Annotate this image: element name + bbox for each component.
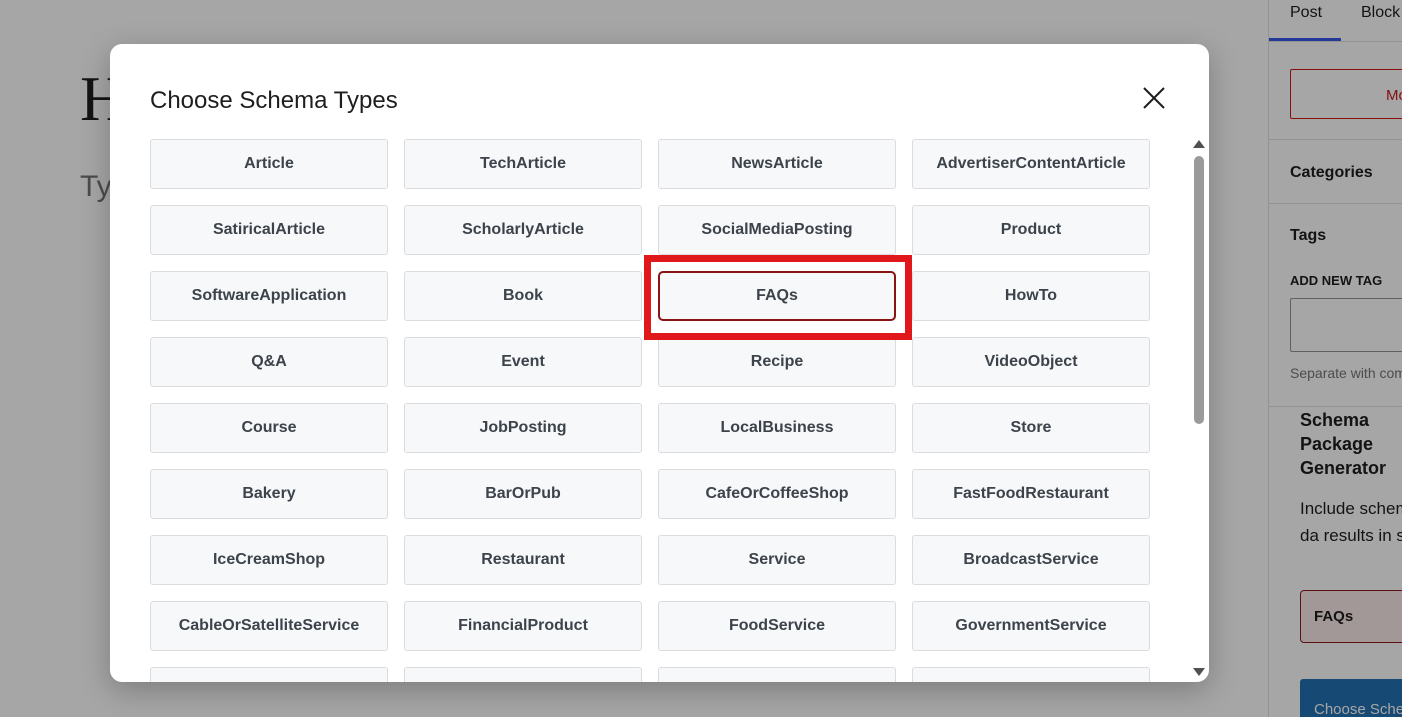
schema-type-empty-33-button[interactable]	[404, 667, 642, 682]
schema-type-cafeorcoffeeshop-button[interactable]: CafeOrCoffeeShop	[658, 469, 896, 519]
schema-type-service-button[interactable]: Service	[658, 535, 896, 585]
schema-type-recipe-button[interactable]: Recipe	[658, 337, 896, 387]
schema-type-cableorsatelliteservice-button[interactable]: CableOrSatelliteService	[150, 601, 388, 651]
schema-type-event-button[interactable]: Event	[404, 337, 642, 387]
schema-type-q-a-button[interactable]: Q&A	[150, 337, 388, 387]
schema-type-satiricalarticle-button[interactable]: SatiricalArticle	[150, 205, 388, 255]
schema-type-restaurant-button[interactable]: Restaurant	[404, 535, 642, 585]
schema-type-bakery-button[interactable]: Bakery	[150, 469, 388, 519]
schema-type-softwareapplication-button[interactable]: SoftwareApplication	[150, 271, 388, 321]
schema-type-empty-35-button[interactable]	[912, 667, 1150, 682]
schema-type-scholarlyarticle-button[interactable]: ScholarlyArticle	[404, 205, 642, 255]
schema-type-foodservice-button[interactable]: FoodService	[658, 601, 896, 651]
schema-type-product-button[interactable]: Product	[912, 205, 1150, 255]
schema-type-store-button[interactable]: Store	[912, 403, 1150, 453]
schema-type-faqs-button[interactable]: FAQs	[658, 271, 896, 321]
schema-type-videoobject-button[interactable]: VideoObject	[912, 337, 1150, 387]
schema-type-broadcastservice-button[interactable]: BroadcastService	[912, 535, 1150, 585]
schema-type-grid: Article TechArticle NewsArticle AdvertiserC…	[150, 139, 1154, 682]
choose-schema-modal: Choose Schema Types Article TechArticle Ne…	[110, 44, 1209, 682]
schema-type-jobposting-button[interactable]: JobPosting	[404, 403, 642, 453]
schema-type-fastfoodrestaurant-button[interactable]: FastFoodRestaurant	[912, 469, 1150, 519]
schema-type-book-button[interactable]: Book	[404, 271, 642, 321]
schema-type-governmentservice-button[interactable]: GovernmentService	[912, 601, 1150, 651]
modal-title: Choose Schema Types	[150, 87, 398, 114]
schema-type-financialproduct-button[interactable]: FinancialProduct	[404, 601, 642, 651]
close-button[interactable]	[1140, 84, 1168, 112]
schema-type-socialmediaposting-button[interactable]: SocialMediaPosting	[658, 205, 896, 255]
scroll-down-arrow-icon[interactable]	[1193, 668, 1205, 676]
close-icon	[1143, 87, 1165, 109]
schema-type-article-button[interactable]: Article	[150, 139, 388, 189]
schema-type-course-button[interactable]: Course	[150, 403, 388, 453]
schema-type-empty-34-button[interactable]	[658, 667, 896, 682]
schema-type-advertisercontentarticle-button[interactable]: AdvertiserContentArticle	[912, 139, 1150, 189]
schema-type-techarticle-button[interactable]: TechArticle	[404, 139, 642, 189]
schema-type-barorpub-button[interactable]: BarOrPub	[404, 469, 642, 519]
schema-type-howto-button[interactable]: HowTo	[912, 271, 1150, 321]
schema-type-newsarticle-button[interactable]: NewsArticle	[658, 139, 896, 189]
scroll-up-arrow-icon[interactable]	[1193, 140, 1205, 148]
schema-type-empty-32-button[interactable]	[150, 667, 388, 682]
schema-type-list: Article TechArticle NewsArticle AdvertiserC…	[150, 139, 1154, 682]
schema-type-localbusiness-button[interactable]: LocalBusiness	[658, 403, 896, 453]
scroll-thumb[interactable]	[1194, 156, 1204, 424]
modal-scrollbar[interactable]	[1190, 138, 1208, 680]
schema-type-icecreamshop-button[interactable]: IceCreamShop	[150, 535, 388, 585]
